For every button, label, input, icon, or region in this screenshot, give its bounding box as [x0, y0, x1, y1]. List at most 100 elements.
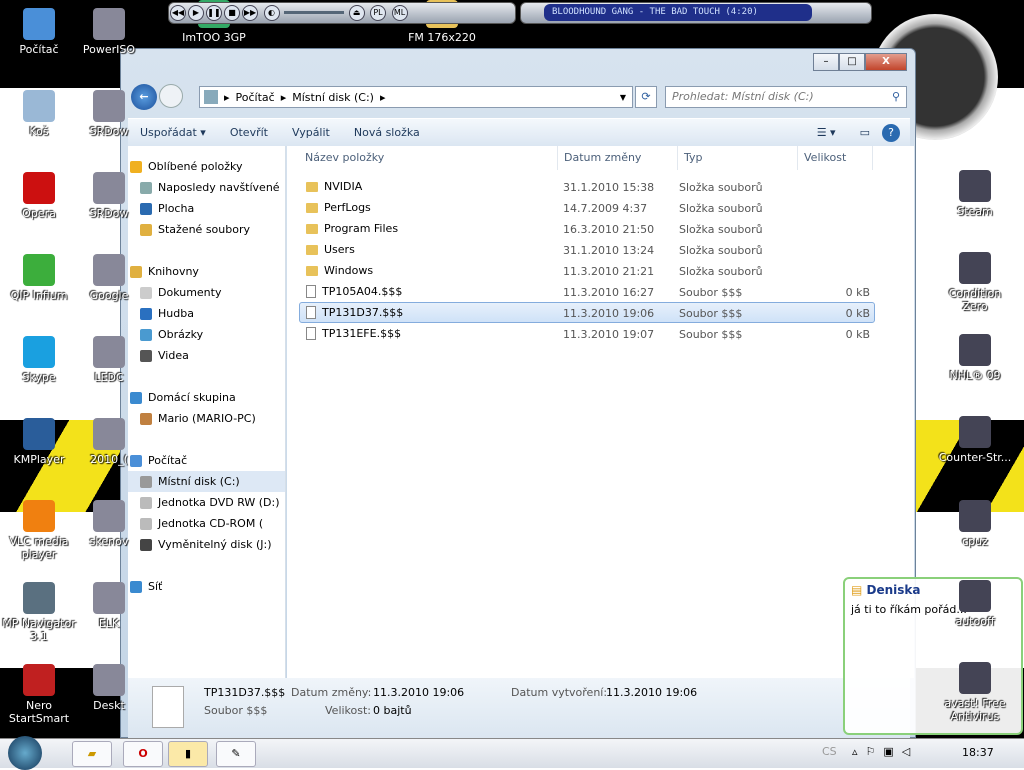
file-row[interactable]: NVIDIA 31.1.2010 15:38 Složka souborů [299, 176, 875, 197]
address-bar[interactable]: ▸ Počítač ▸ Místní disk (C:) ▸ ▼ [199, 86, 633, 108]
file-row[interactable]: TP131EFE.$$$ 11.3.2010 19:07 Soubor $$$ 0 k… [299, 323, 875, 344]
nav-item[interactable]: Síť [128, 576, 285, 597]
nav-item[interactable]: Videa [128, 345, 285, 366]
file-size [799, 219, 874, 238]
stop-button[interactable]: ■ [224, 5, 240, 21]
desktop-icon[interactable]: cpuz [936, 500, 1014, 548]
nav-item[interactable]: Dokumenty [128, 282, 285, 303]
taskbar-app[interactable]: ✎ [216, 741, 256, 767]
next-button[interactable]: ▶▶ [242, 5, 258, 21]
media-library-button[interactable]: ML [391, 5, 408, 21]
chevron-right-icon: ▸ [379, 90, 386, 104]
play-button[interactable]: ▶ [188, 5, 204, 21]
desktop-icon[interactable]: Counter-Str... [936, 416, 1014, 464]
desktop-icon[interactable]: Skype [0, 336, 78, 384]
volume-slider[interactable] [284, 10, 344, 14]
nav-item[interactable]: Mario (MARIO-PC) [128, 408, 285, 429]
forward-button[interactable] [159, 84, 183, 108]
nav-item[interactable]: Hudba [128, 303, 285, 324]
nav-item[interactable]: Domácí skupina [128, 387, 285, 408]
desktop-icon[interactable]: skenov [70, 500, 148, 548]
nav-item[interactable]: Místní disk (C:) [128, 471, 285, 492]
nav-item[interactable]: Obrázky [128, 324, 285, 345]
file-name-cell: NVIDIA [300, 177, 559, 196]
nav-item[interactable]: Oblíbené položky [128, 156, 285, 177]
view-options-button[interactable]: ☰ ▾ [805, 126, 848, 139]
volume-icon[interactable]: ◐ [263, 5, 280, 21]
nav-item[interactable]: Jednotka DVD RW (D:) [128, 492, 285, 513]
nav-item[interactable]: Počítač [128, 450, 285, 471]
file-row[interactable]: Windows 11.3.2010 21:21 Složka souborů [299, 260, 875, 281]
new-folder-button[interactable]: Nová složka [342, 126, 432, 139]
taskbar-opera[interactable]: O [123, 741, 163, 767]
start-button[interactable] [8, 736, 42, 770]
clock[interactable]: 18:37 [962, 746, 994, 759]
search-input[interactable]: Prohledat: Místní disk (C:) ⚲ [665, 86, 907, 108]
desktop-icon[interactable]: VLC media player [0, 500, 78, 561]
navigation-pane: Oblíbené položky Naposledy navštívené Ploc… [128, 146, 286, 678]
nav-item[interactable]: Knihovny [128, 261, 285, 282]
desktop-icon[interactable]: MP Navigator 3.1 [0, 582, 78, 643]
minimize-button[interactable]: – [813, 53, 839, 71]
desktop-icon[interactable]: Condition Zero [936, 252, 1014, 313]
desktop-icon[interactable]: SRDow [70, 172, 148, 220]
desktop-icon[interactable]: QIP Infium [0, 254, 78, 302]
file-row[interactable]: TP105A04.$$$ 11.3.2010 16:27 Soubor $$$ 0 k… [299, 281, 875, 302]
file-date: 11.3.2010 16:27 [563, 286, 655, 299]
app-icon [23, 336, 55, 368]
pause-button[interactable]: ❚❚ [206, 5, 222, 21]
file-size [799, 177, 874, 196]
desktop-icon[interactable]: 2010_( [70, 418, 148, 466]
nav-item[interactable]: Plocha [128, 198, 285, 219]
nav-item[interactable]: Vyměnitelný disk (J:) [128, 534, 285, 555]
file-row[interactable]: Users 31.1.2010 13:24 Složka souborů [299, 239, 875, 260]
desktop-icon[interactable]: Google [70, 254, 148, 302]
taskbar-qip[interactable]: ▮ [168, 741, 208, 767]
desktop-icon[interactable]: LEDC [70, 336, 148, 384]
desktop-icon[interactable]: Deskt [70, 664, 148, 712]
tray-icons[interactable]: ▵⚐▣◁ [852, 745, 918, 758]
taskbar-explorer[interactable]: ▰ [72, 741, 112, 767]
open-button[interactable]: Otevřít [218, 126, 280, 139]
nav-item[interactable]: Stažené soubory [128, 219, 285, 240]
column-size[interactable]: Velikost [798, 146, 873, 170]
column-date[interactable]: Datum změny [558, 146, 678, 170]
file-row[interactable]: Program Files 16.3.2010 21:50 Složka soubo… [299, 218, 875, 239]
eject-button[interactable]: ⏏ [348, 5, 365, 21]
desktop-icon-label: Google [89, 289, 129, 302]
close-button[interactable]: X [865, 53, 907, 71]
desktop-icon[interactable]: PowerISO [70, 8, 148, 56]
chevron-down-icon[interactable]: ▼ [620, 93, 626, 102]
nav-item[interactable]: Naposledy navštívené [128, 177, 285, 198]
playlist-button[interactable]: PL [370, 5, 386, 21]
prev-button[interactable]: ◀◀ [170, 5, 186, 21]
file-row[interactable]: PerfLogs 14.7.2009 4:37 Složka souborů [299, 197, 875, 218]
file-icon [306, 327, 316, 340]
maximize-button[interactable]: □ [839, 53, 865, 71]
desktop-icon[interactable]: Opera [0, 172, 78, 220]
preview-pane-button[interactable]: ▭ [848, 126, 882, 139]
desktop-icon[interactable]: Počítač [0, 8, 78, 56]
burn-button[interactable]: Vypálit [280, 126, 342, 139]
file-name-cell: Windows [300, 261, 559, 280]
app-icon [93, 582, 125, 614]
column-type[interactable]: Typ [678, 146, 798, 170]
desktop-icon[interactable]: SRDow [70, 90, 148, 138]
breadcrumb-item[interactable]: Počítač [236, 91, 275, 104]
language-indicator[interactable]: CS [822, 745, 837, 758]
column-name[interactable]: Název položky [287, 146, 558, 170]
desktop-icon[interactable]: Koš [0, 90, 78, 138]
nav-item[interactable]: Jednotka CD-ROM ( [128, 513, 285, 534]
desktop-icon[interactable]: Nero StartSmart [0, 664, 78, 725]
refresh-button[interactable]: ⟳ [635, 86, 657, 108]
help-button[interactable]: ? [882, 123, 900, 142]
desktop-icon[interactable]: avast! Free Antivirus [936, 662, 1014, 723]
nav-item-label: Síť [148, 580, 163, 593]
desktop-icon[interactable]: ELK [70, 582, 148, 630]
file-row[interactable]: TP131D37.$$$ 11.3.2010 19:06 Soubor $$$ 0 k… [299, 302, 875, 323]
desktop-icon[interactable]: autooff [936, 580, 1014, 628]
desktop-icon[interactable]: Steam [936, 170, 1014, 218]
breadcrumb-item[interactable]: Místní disk (C:) [292, 91, 374, 104]
desktop-icon[interactable]: KMPlayer [0, 418, 78, 466]
desktop-icon[interactable]: NHL® 09 [936, 334, 1014, 382]
